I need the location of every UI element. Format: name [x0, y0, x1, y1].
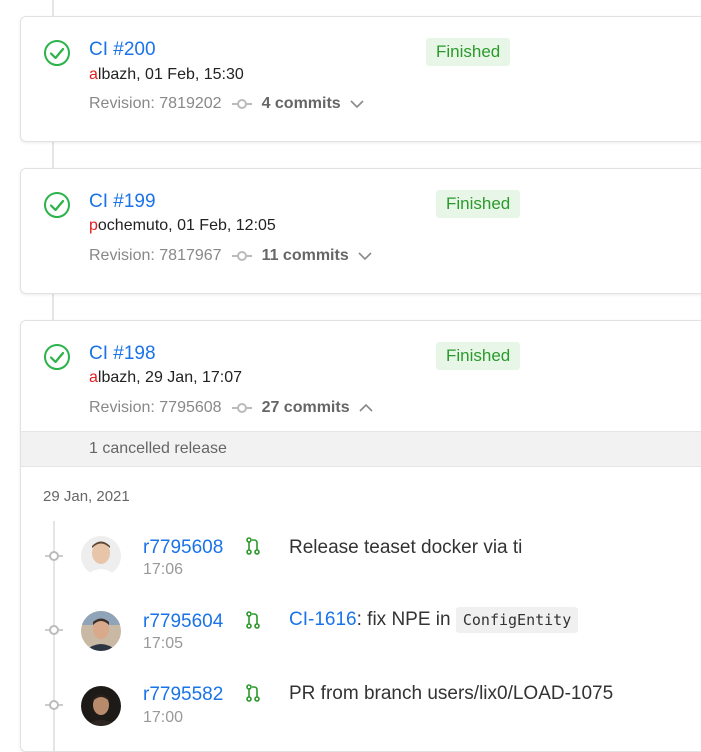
author-initial: p: [89, 217, 98, 234]
revision-label: Revision:: [89, 399, 155, 416]
check-circle-icon: [44, 40, 70, 66]
author-rest: lbazh, 29 Jan, 17:07: [97, 369, 243, 386]
revision-link[interactable]: r7795604: [143, 611, 223, 633]
author-initial: a: [89, 369, 98, 386]
timeline-line: [52, 140, 54, 168]
build-card[interactable]: CI #200 albazh, 01 Feb, 15:30 Finished R…: [20, 16, 701, 142]
cancelled-releases-label: 1 cancelled release: [89, 440, 227, 457]
revision-link[interactable]: r7795608: [143, 537, 223, 559]
build-card[interactable]: CI #198 albazh, 29 Jan, 17:07 Finished R…: [20, 320, 701, 752]
avatar[interactable]: [81, 686, 121, 726]
commit-icon: [45, 700, 63, 710]
revision-number: 7795608: [159, 399, 222, 416]
author-rest: lbazh, 01 Feb, 15:30: [97, 66, 244, 83]
merge-request-icon: [246, 684, 260, 702]
build-author: albazh, 29 Jan, 17:07: [89, 369, 242, 387]
revision-label: Revision:: [89, 247, 155, 264]
timeline-line: [52, 292, 54, 320]
commits-toggle[interactable]: 27 commits: [262, 399, 350, 417]
ticket-link[interactable]: CI-1616: [289, 609, 357, 630]
revision-label: Revision:: [89, 95, 155, 112]
revision-number: 7819202: [159, 95, 222, 112]
revision-row: Revision: 7819202 4 commits: [89, 95, 365, 113]
cancelled-releases-bar[interactable]: 1 cancelled release: [21, 431, 701, 467]
commit-icon: [45, 551, 63, 561]
build-author: albazh, 01 Feb, 15:30: [89, 66, 244, 84]
build-title-link[interactable]: CI #198: [89, 343, 156, 365]
commit-message-text: PR from branch users/lix0/LOAD-1075: [289, 683, 614, 704]
status-badge: Finished: [426, 38, 511, 66]
commits-toggle[interactable]: 11 commits: [262, 247, 349, 265]
commit-time: 17:05: [143, 635, 184, 652]
commit-message: Release teaset docker via ti: [289, 537, 522, 559]
author-initial: a: [89, 66, 98, 83]
avatar[interactable]: [81, 611, 121, 651]
status-badge: Finished: [436, 190, 521, 218]
timeline-line: [52, 0, 54, 16]
commit-message-text: Release teaset docker via ti: [289, 537, 523, 558]
code-snippet: ConfigEntity: [455, 607, 579, 633]
revision-link[interactable]: r7795582: [143, 684, 223, 706]
commit-date-header: 29 Jan, 2021: [43, 488, 130, 505]
commit-message: CI-1616: fix NPE in ConfigEntity: [289, 607, 579, 633]
build-title-link[interactable]: CI #199: [89, 191, 156, 213]
revision-row: Revision: 7817967 11 commits: [89, 247, 373, 265]
commit-time: 17:00: [143, 709, 184, 726]
author-rest: ochemuto, 01 Feb, 12:05: [97, 217, 276, 234]
build-card[interactable]: CI #199 pochemuto, 01 Feb, 12:05 Finishe…: [20, 168, 701, 294]
commit-message-text: : fix NPE in: [356, 609, 456, 630]
revision-row: Revision: 7795608 27 commits: [89, 399, 374, 417]
commit-icon: [231, 251, 252, 261]
avatar[interactable]: [81, 536, 121, 576]
commit-icon: [231, 99, 252, 109]
chevron-down-icon[interactable]: [357, 251, 373, 261]
commit-message: PR from branch users/lix0/LOAD-1075: [289, 683, 613, 705]
status-badge: Finished: [436, 342, 521, 370]
build-author: pochemuto, 01 Feb, 12:05: [89, 217, 276, 235]
merge-request-icon: [246, 611, 260, 629]
chevron-up-icon[interactable]: [358, 403, 374, 413]
check-circle-icon: [44, 344, 70, 370]
commit-time: 17:06: [143, 561, 184, 578]
merge-request-icon: [246, 537, 260, 555]
revision-number: 7817967: [159, 247, 222, 264]
check-circle-icon: [44, 192, 70, 218]
commit-icon: [45, 625, 63, 635]
commit-icon: [231, 403, 252, 413]
build-title-link[interactable]: CI #200: [89, 39, 156, 61]
commits-toggle[interactable]: 4 commits: [262, 95, 341, 113]
chevron-down-icon[interactable]: [349, 99, 365, 109]
